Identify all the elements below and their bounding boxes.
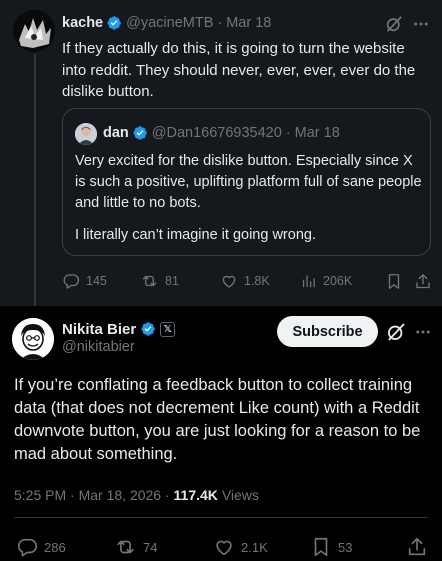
reply-icon <box>17 538 37 557</box>
like-icon <box>222 275 236 288</box>
verified-badge-icon <box>141 322 156 336</box>
thread-connector-line <box>34 54 36 306</box>
main-author-name-row: Nikita Bier 𝕏 <box>62 319 176 339</box>
main-tweet: Nikita Bier 𝕏 @nikitabier Subscribe If y… <box>0 306 442 561</box>
divider <box>14 517 428 518</box>
bookmark-icon <box>388 274 400 289</box>
views-total[interactable]: 117.4K <box>174 487 218 503</box>
repost-icon <box>142 275 157 287</box>
repost-icon <box>117 540 134 554</box>
reply-icon <box>63 274 80 289</box>
share-icon <box>408 537 426 556</box>
share-icon <box>416 274 430 289</box>
tweet-text: If they actually do this, it is going to… <box>62 40 416 100</box>
avatar-dan[interactable] <box>75 123 97 145</box>
quoted-author-name[interactable]: dan <box>103 125 129 141</box>
quoted-author-handle[interactable]: @Dan16676935420 <box>152 125 282 141</box>
like-button[interactable]: 1.8K <box>220 272 270 290</box>
bookmark-icon <box>314 537 328 557</box>
main-tweet-actions: 286 74 2.1K 53 <box>16 536 436 560</box>
views-count: 206K <box>323 274 353 288</box>
like-icon <box>216 540 232 556</box>
meta-separator-1: · <box>70 487 75 503</box>
views-icon <box>302 275 315 288</box>
share-button[interactable] <box>414 272 432 291</box>
subscribe-button[interactable]: Subscribe <box>277 316 378 347</box>
quoted-tweet-text: Very excited for the dislike button. Esp… <box>75 151 425 246</box>
quoted-header-separator: · <box>285 125 291 141</box>
quoted-tweet-header: dan @Dan16676935420 · Mar 18 <box>103 124 340 142</box>
bookmark-button[interactable]: 53 <box>310 536 352 558</box>
bookmark-count: 53 <box>338 539 353 555</box>
repost-count: 81 <box>165 274 179 288</box>
views-button[interactable]: 206K <box>300 272 352 290</box>
main-tweet-text: If you’re conflating a feedback button t… <box>14 376 421 463</box>
tweet-date[interactable]: Mar 18 <box>226 15 271 31</box>
tweet-time[interactable]: 5:25 PM <box>14 487 66 503</box>
author-handle[interactable]: @yacineMTB <box>126 15 213 31</box>
tweet-full-date[interactable]: Mar 18, 2026 <box>79 487 162 503</box>
reply-count: 286 <box>44 539 66 555</box>
more-icon[interactable] <box>410 13 432 35</box>
avatar-kache[interactable] <box>13 10 55 52</box>
verified-badge-icon <box>107 16 121 30</box>
reply-button[interactable]: 145 <box>62 272 107 290</box>
parent-tweet-actions: 145 81 1.8K 206K <box>62 272 434 296</box>
quoted-paragraph-1: Very excited for the dislike button. Esp… <box>75 153 422 211</box>
main-author-handle[interactable]: @nikitabier <box>62 339 135 355</box>
header-separator: · <box>217 15 223 31</box>
parent-tweet-header: kache @yacineMTB · Mar 18 <box>62 14 271 32</box>
like-count: 2.1K <box>241 539 268 555</box>
verified-badge-icon <box>133 126 147 140</box>
grok-icon[interactable] <box>384 320 408 344</box>
main-author-name[interactable]: Nikita Bier <box>62 321 136 338</box>
parent-tweet[interactable]: kache @yacineMTB · Mar 18 If they actual… <box>0 0 442 306</box>
more-icon[interactable] <box>411 320 435 344</box>
x-affiliation-badge[interactable]: 𝕏 <box>160 321 176 337</box>
reply-button[interactable]: 286 <box>16 536 66 558</box>
views-label: Views <box>221 487 259 503</box>
avatar-nikita-bier[interactable] <box>12 318 54 360</box>
repost-count: 74 <box>143 539 158 555</box>
like-count: 1.8K <box>244 274 270 288</box>
share-button[interactable] <box>406 536 428 558</box>
meta-separator-2: · <box>164 487 170 503</box>
grok-icon[interactable] <box>383 13 405 35</box>
quoted-tweet[interactable]: dan @Dan16676935420 · Mar 18 Very excite… <box>62 108 431 256</box>
bookmark-button[interactable] <box>385 272 403 291</box>
quoted-tweet-date[interactable]: Mar 18 <box>295 125 340 141</box>
reply-count: 145 <box>86 274 107 288</box>
quoted-paragraph-2: I literally can’t imagine it going wrong… <box>75 227 316 243</box>
like-button[interactable]: 2.1K <box>213 536 268 558</box>
author-name[interactable]: kache <box>62 15 103 31</box>
repost-button[interactable]: 74 <box>114 536 157 558</box>
tweet-metadata: 5:25 PM · Mar 18, 2026 · 117.4K Views <box>14 487 259 503</box>
repost-button[interactable]: 81 <box>140 272 179 290</box>
